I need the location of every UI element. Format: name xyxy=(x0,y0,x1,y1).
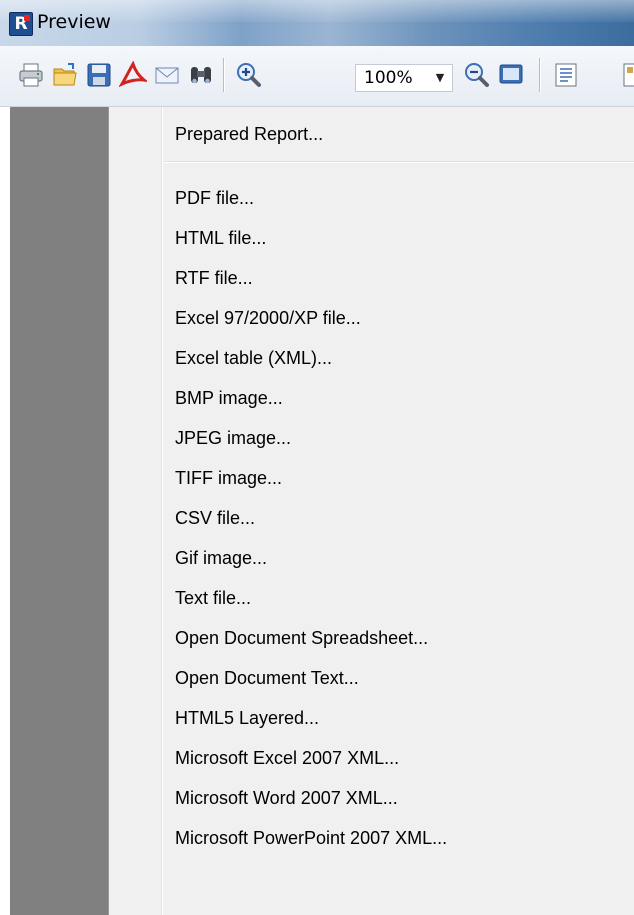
chevron-down-icon[interactable]: ▼ xyxy=(432,69,448,87)
menu-icon-gutter xyxy=(161,107,162,915)
open-folder-icon xyxy=(53,63,77,86)
floppy-disk-icon xyxy=(87,63,111,87)
app-logo-accent xyxy=(24,15,30,21)
menu-item-bmp[interactable]: BMP image... xyxy=(175,383,283,413)
menu-item-word-2007[interactable]: Microsoft Word 2007 XML... xyxy=(175,783,398,813)
printer-icon xyxy=(19,63,43,87)
envelope-icon xyxy=(155,67,179,84)
menu-item-text[interactable]: Text file... xyxy=(175,583,251,613)
page-outline-icon xyxy=(555,63,577,87)
zoom-in-button[interactable] xyxy=(235,61,263,89)
zoom-level-select[interactable]: 100% ▼ xyxy=(355,64,453,92)
menu-item-odt[interactable]: Open Document Text... xyxy=(175,663,359,693)
menu-item-powerpoint-2007[interactable]: Microsoft PowerPoint 2007 XML... xyxy=(175,823,447,853)
pdf-icon xyxy=(119,61,147,88)
save-menu: Prepared Report... PDF file... HTML file… xyxy=(108,107,634,915)
menu-separator xyxy=(165,161,634,162)
export-pdf-button[interactable] xyxy=(119,61,147,89)
zoom-out-button[interactable] xyxy=(463,61,491,89)
title-bar[interactable]: R Preview xyxy=(0,0,634,46)
email-button[interactable] xyxy=(153,61,181,89)
toolbar-separator xyxy=(223,58,224,92)
toolbar: 100% ▼ xyxy=(0,46,634,107)
zoom-in-icon xyxy=(237,63,261,87)
menu-item-excel-2007[interactable]: Microsoft Excel 2007 XML... xyxy=(175,743,399,773)
full-screen-button[interactable] xyxy=(497,61,525,89)
menu-item-excel-97[interactable]: Excel 97/2000/XP file... xyxy=(175,303,361,333)
zoom-level-value: 100% xyxy=(364,68,413,88)
monitor-icon xyxy=(499,64,523,84)
save-button[interactable] xyxy=(85,61,113,89)
menu-item-csv[interactable]: CSV file... xyxy=(175,503,255,533)
menu-item-jpeg[interactable]: JPEG image... xyxy=(175,423,291,453)
preview-canvas[interactable] xyxy=(10,107,108,915)
menu-item-pdf[interactable]: PDF file... xyxy=(175,183,254,213)
window-title: Preview xyxy=(37,11,111,33)
menu-item-html5-layered[interactable]: HTML5 Layered... xyxy=(175,703,319,733)
menu-item-excel-table-xml[interactable]: Excel table (XML)... xyxy=(175,343,332,373)
menu-item-tiff[interactable]: TIFF image... xyxy=(175,463,282,493)
app-logo-icon[interactable]: R xyxy=(9,12,33,36)
menu-item-html[interactable]: HTML file... xyxy=(175,223,266,253)
print-button[interactable] xyxy=(17,61,45,89)
binoculars-icon xyxy=(191,67,211,84)
open-button[interactable] xyxy=(51,61,79,89)
thumbnails-button[interactable] xyxy=(620,61,634,89)
menu-item-rtf[interactable]: RTF file... xyxy=(175,263,253,293)
toolbar-separator xyxy=(539,58,540,92)
page-thumbnails-icon xyxy=(623,63,634,87)
preview-margin xyxy=(0,107,10,915)
menu-item-gif[interactable]: Gif image... xyxy=(175,543,267,573)
find-button[interactable] xyxy=(187,61,215,89)
outline-button[interactable] xyxy=(552,61,580,89)
zoom-out-icon xyxy=(465,63,489,87)
menu-item-prepared-report[interactable]: Prepared Report... xyxy=(175,119,323,149)
menu-item-ods[interactable]: Open Document Spreadsheet... xyxy=(175,623,428,653)
